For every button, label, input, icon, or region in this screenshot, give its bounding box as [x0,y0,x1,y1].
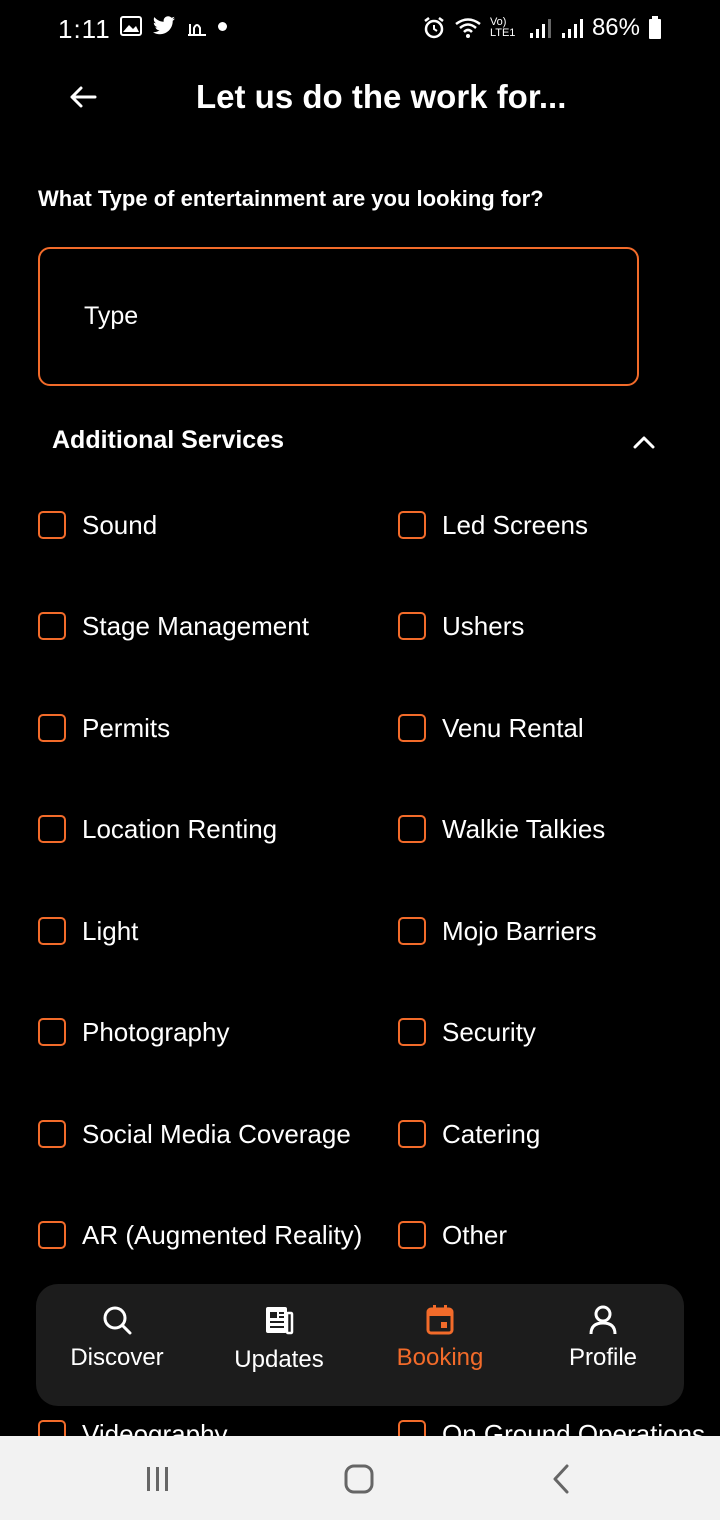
nav-label: Discover [70,1344,164,1371]
checkbox-item[interactable]: Mojo Barriers [398,911,597,951]
checkbox-label: Mojo Barriers [442,915,597,946]
checkbox-item[interactable]: Venu Rental [398,708,584,748]
checkbox-item[interactable]: Walkie Talkies [398,809,605,849]
checkbox-label: Social Media Coverage [82,1118,351,1149]
checkbox-label: Stage Management [82,610,309,641]
checkbox-label: Photography [82,1016,230,1047]
nav-label: Booking [396,1344,484,1371]
entertainment-question: What Type of entertainment are you looki… [38,186,544,211]
checkbox[interactable] [38,511,66,539]
checkbox-item[interactable]: Security [398,1012,536,1052]
checkbox-item[interactable]: Social Media Coverage [38,1114,351,1154]
person-icon [585,1302,621,1338]
section-title: Additional Services [52,426,285,454]
checkbox-item[interactable]: Led Screens [398,505,588,545]
nav-booking[interactable]: Booking [370,1302,510,1372]
checkbox-label: Venu Rental [442,712,584,743]
back-nav-button[interactable] [541,1462,581,1496]
arrow-left-icon [70,86,97,108]
checkbox-label: AR (Augmented Reality) [82,1219,363,1250]
nav-discover[interactable]: Discover [47,1302,187,1372]
checkbox[interactable] [38,612,66,640]
checkbox[interactable] [38,714,66,742]
signal-icon-2 [561,19,583,38]
checkbox-label: Led Screens [442,509,588,540]
checkbox[interactable] [398,815,426,843]
battery-percent: 86% [591,14,640,41]
recent-apps-button[interactable] [138,1462,178,1496]
checkbox[interactable] [398,612,426,640]
checkbox[interactable] [398,714,426,742]
status-bar: 1:11 Vo) LTE1 86% [0,0,720,58]
checkbox-label: Ushers [442,610,525,641]
calendar-icon [422,1302,458,1338]
notification-icons [120,16,227,36]
signal-icon [529,19,551,38]
twitter-icon [153,16,175,35]
checkbox-item[interactable]: Location Renting [38,809,277,849]
back-button[interactable] [62,76,104,118]
recent-apps-icon [147,1467,168,1491]
alarm-icon [424,17,444,39]
network-label: Vo) LTE1 [489,16,516,39]
nav-label: Updates [234,1346,324,1373]
nav-label: Profile [568,1344,638,1371]
checkbox[interactable] [38,917,66,945]
checkbox[interactable] [38,815,66,843]
nav-profile[interactable]: Profile [533,1302,673,1372]
type-placeholder: Type [84,302,139,330]
dot-icon [218,21,227,31]
checkbox[interactable] [398,511,426,539]
checkbox-item[interactable]: Photography [38,1012,229,1052]
mosque-icon [188,24,206,36]
checkbox-item[interactable]: AR (Augmented Reality) [38,1215,362,1255]
checkbox-item[interactable]: Catering [398,1114,540,1154]
checkbox-item[interactable]: Stage Management [38,606,309,646]
chevron-up-icon[interactable] [628,426,660,458]
checkbox-label: Walkie Talkies [442,813,606,844]
wifi-icon [455,18,481,38]
status-time: 1:11 [58,14,111,44]
checkbox-label: Light [82,915,139,946]
checkbox[interactable] [38,1018,66,1046]
battery-icon [649,16,661,39]
checkbox[interactable] [398,1221,426,1249]
status-right: Vo) LTE1 86% [422,14,662,42]
checkbox-label: Security [442,1016,536,1047]
checkbox-label: Permits [82,712,171,743]
checkbox[interactable] [38,1221,66,1249]
checkbox-label: Location Renting [82,813,278,844]
type-input[interactable]: Type [38,247,639,386]
checkbox-item[interactable]: Permits [38,708,170,748]
system-nav-bar [0,1436,720,1520]
checkbox-label: Catering [442,1118,541,1149]
home-button[interactable] [339,1462,379,1496]
page-title: Let us do the work for... [196,78,567,115]
checkbox[interactable] [398,1120,426,1148]
bottom-nav: Discover Updates Booking Profile [36,1284,684,1406]
additional-services-header[interactable]: Additional Services [52,424,672,460]
checkbox[interactable] [38,1120,66,1148]
checkbox-item[interactable]: Sound [38,505,157,545]
gallery-icon [120,16,142,36]
checkbox[interactable] [398,917,426,945]
checkbox[interactable] [398,1018,426,1046]
checkbox-item[interactable]: Other [398,1215,507,1255]
checkbox-label: Sound [82,509,158,540]
search-icon [99,1302,135,1338]
checkbox-label: Other [442,1219,508,1250]
newspaper-icon [261,1302,297,1338]
home-icon [344,1464,374,1494]
nav-updates[interactable]: Updates [209,1302,349,1374]
checkbox-item[interactable]: Light [38,911,138,951]
checkbox-item[interactable]: Ushers [398,606,524,646]
chevron-left-icon [553,1464,569,1494]
